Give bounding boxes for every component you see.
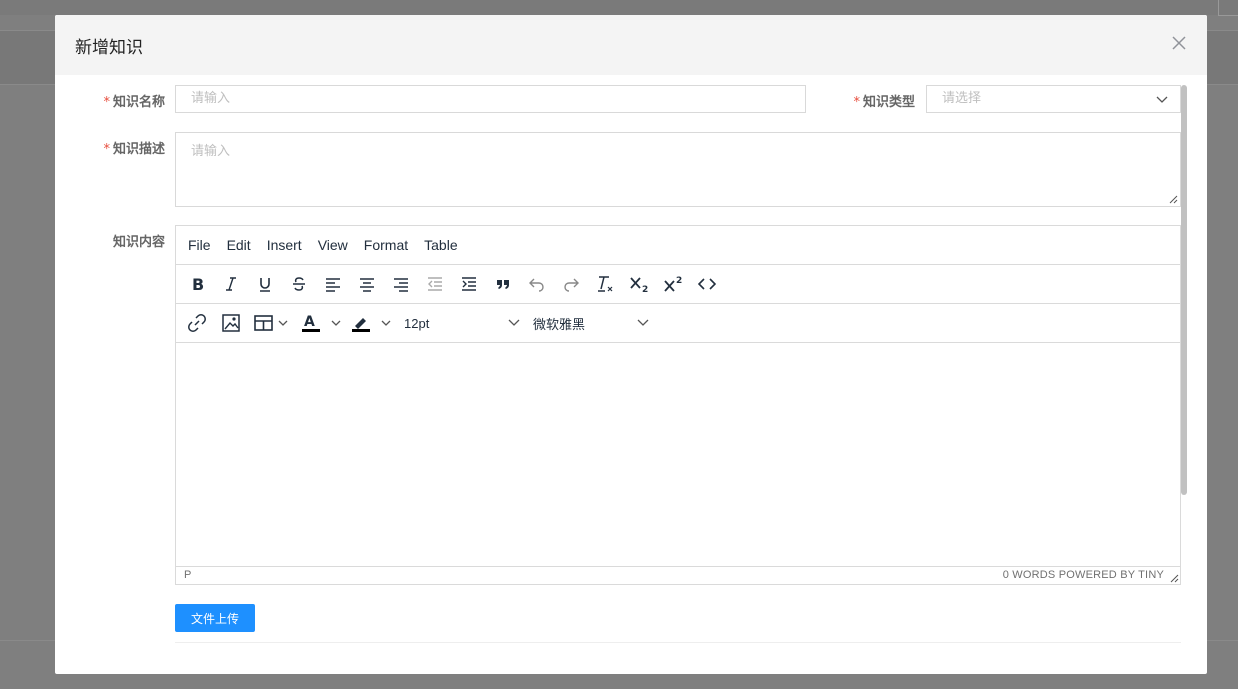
knowledge-description-placeholder: 请输入 <box>191 144 231 159</box>
chevron-down-icon <box>508 319 520 326</box>
image-icon <box>222 314 240 332</box>
menu-format[interactable]: Format <box>364 237 408 253</box>
font-size-select[interactable]: 12pt <box>404 312 524 334</box>
redo-button[interactable] <box>559 273 583 295</box>
indent-button[interactable] <box>457 273 481 295</box>
code-button[interactable] <box>695 273 719 295</box>
align-left-icon <box>326 278 340 292</box>
align-right-icon <box>394 278 408 292</box>
outdent-button[interactable] <box>423 273 447 295</box>
link-button[interactable] <box>185 312 209 334</box>
dialog-title: 新增知识 <box>75 38 143 58</box>
blockquote-button[interactable] <box>491 273 515 295</box>
table-button[interactable] <box>253 312 291 334</box>
bold-icon: B <box>192 276 204 292</box>
form-divider <box>175 642 1181 643</box>
italic-button[interactable] <box>219 273 243 295</box>
font-family-select[interactable]: 微软雅黑 <box>533 312 653 334</box>
svg-text:2: 2 <box>642 285 648 293</box>
link-icon <box>188 314 206 332</box>
required-mark: * <box>103 95 110 110</box>
strikethrough-icon <box>293 277 305 291</box>
editor-content-area[interactable] <box>176 343 1180 566</box>
align-center-button[interactable] <box>355 273 379 295</box>
background-corner <box>1218 0 1238 16</box>
required-mark: * <box>853 95 860 110</box>
menu-file[interactable]: File <box>188 237 211 253</box>
editor-toolbar-insert: A 12pt 微软雅黑 <box>176 304 1180 343</box>
knowledge-description-textarea[interactable]: 请输入 <box>175 132 1181 207</box>
align-center-icon <box>360 278 374 292</box>
dialog-header: 新增知识 <box>55 15 1207 75</box>
close-icon[interactable] <box>1171 35 1187 51</box>
menu-insert[interactable]: Insert <box>267 237 302 253</box>
file-upload-button[interactable]: 文件上传 <box>175 604 255 632</box>
bold-button[interactable]: B <box>185 273 209 295</box>
align-left-button[interactable] <box>321 273 345 295</box>
knowledge-name-input[interactable]: 请输入 <box>175 85 806 113</box>
scrollbar-thumb[interactable] <box>1181 85 1187 495</box>
remove-format-button[interactable] <box>593 273 617 295</box>
knowledge-description-label: * 知识描述 <box>103 142 165 157</box>
textarea-resize-icon[interactable] <box>1168 194 1178 204</box>
svg-text:B: B <box>192 276 204 292</box>
editor-menubar: File Edit Insert View Format Table <box>176 226 1180 265</box>
knowledge-type-placeholder: 请选择 <box>942 91 982 106</box>
underline-icon <box>260 278 270 292</box>
table-icon <box>254 315 288 331</box>
chevron-down-icon <box>1156 96 1168 103</box>
code-icon <box>698 278 716 290</box>
redo-icon <box>564 278 579 292</box>
superscript-icon: 2 <box>664 276 682 292</box>
text-color-button[interactable]: A <box>301 312 345 334</box>
strikethrough-button[interactable] <box>287 273 311 295</box>
add-knowledge-dialog: 新增知识 * 知识名称 请输入 * 知识类型 请选择 * 知识描述 请输入 知识内容 … <box>55 15 1207 674</box>
svg-text:2: 2 <box>676 276 682 286</box>
subscript-icon: 2 <box>630 277 648 293</box>
element-path[interactable]: P <box>184 569 191 581</box>
knowledge-name-label: * 知识名称 <box>103 95 165 110</box>
remove-format-icon <box>598 276 613 292</box>
knowledge-content-label: 知识内容 <box>112 235 165 250</box>
word-count: 0 WORDS POWERED BY TINY <box>1002 569 1164 581</box>
font-size-value: 12pt <box>404 315 430 331</box>
rich-text-editor: File Edit Insert View Format Table B 2 2… <box>175 225 1181 585</box>
subscript-button[interactable]: 2 <box>627 273 651 295</box>
highlight-color-icon <box>352 318 391 332</box>
font-family-value: 微软雅黑 <box>533 316 586 332</box>
required-mark: * <box>103 142 110 157</box>
knowledge-name-placeholder: 请输入 <box>191 91 231 106</box>
menu-view[interactable]: View <box>318 237 348 253</box>
chevron-down-icon <box>637 319 649 326</box>
background-topbar <box>0 0 1238 15</box>
blockquote-icon <box>497 280 509 289</box>
text-color-icon: A <box>302 314 341 332</box>
underline-button[interactable] <box>253 273 277 295</box>
image-button[interactable] <box>219 312 243 334</box>
italic-icon <box>226 277 236 291</box>
undo-button[interactable] <box>525 273 549 295</box>
svg-text:A: A <box>304 314 315 330</box>
editor-statusbar: P 0 WORDS POWERED BY TINY <box>176 566 1180 584</box>
menu-table[interactable]: Table <box>424 237 457 253</box>
indent-icon <box>462 277 476 291</box>
align-right-button[interactable] <box>389 273 413 295</box>
undo-icon <box>529 278 544 292</box>
resize-handle-icon[interactable] <box>1169 573 1179 583</box>
knowledge-type-label: * 知识类型 <box>853 95 915 110</box>
knowledge-type-select[interactable]: 请选择 <box>926 85 1181 113</box>
menu-edit[interactable]: Edit <box>227 237 251 253</box>
highlight-color-button[interactable] <box>351 312 395 334</box>
superscript-button[interactable]: 2 <box>661 273 685 295</box>
editor-toolbar-formatting: B 2 2 <box>176 265 1180 304</box>
outdent-icon <box>428 277 442 291</box>
